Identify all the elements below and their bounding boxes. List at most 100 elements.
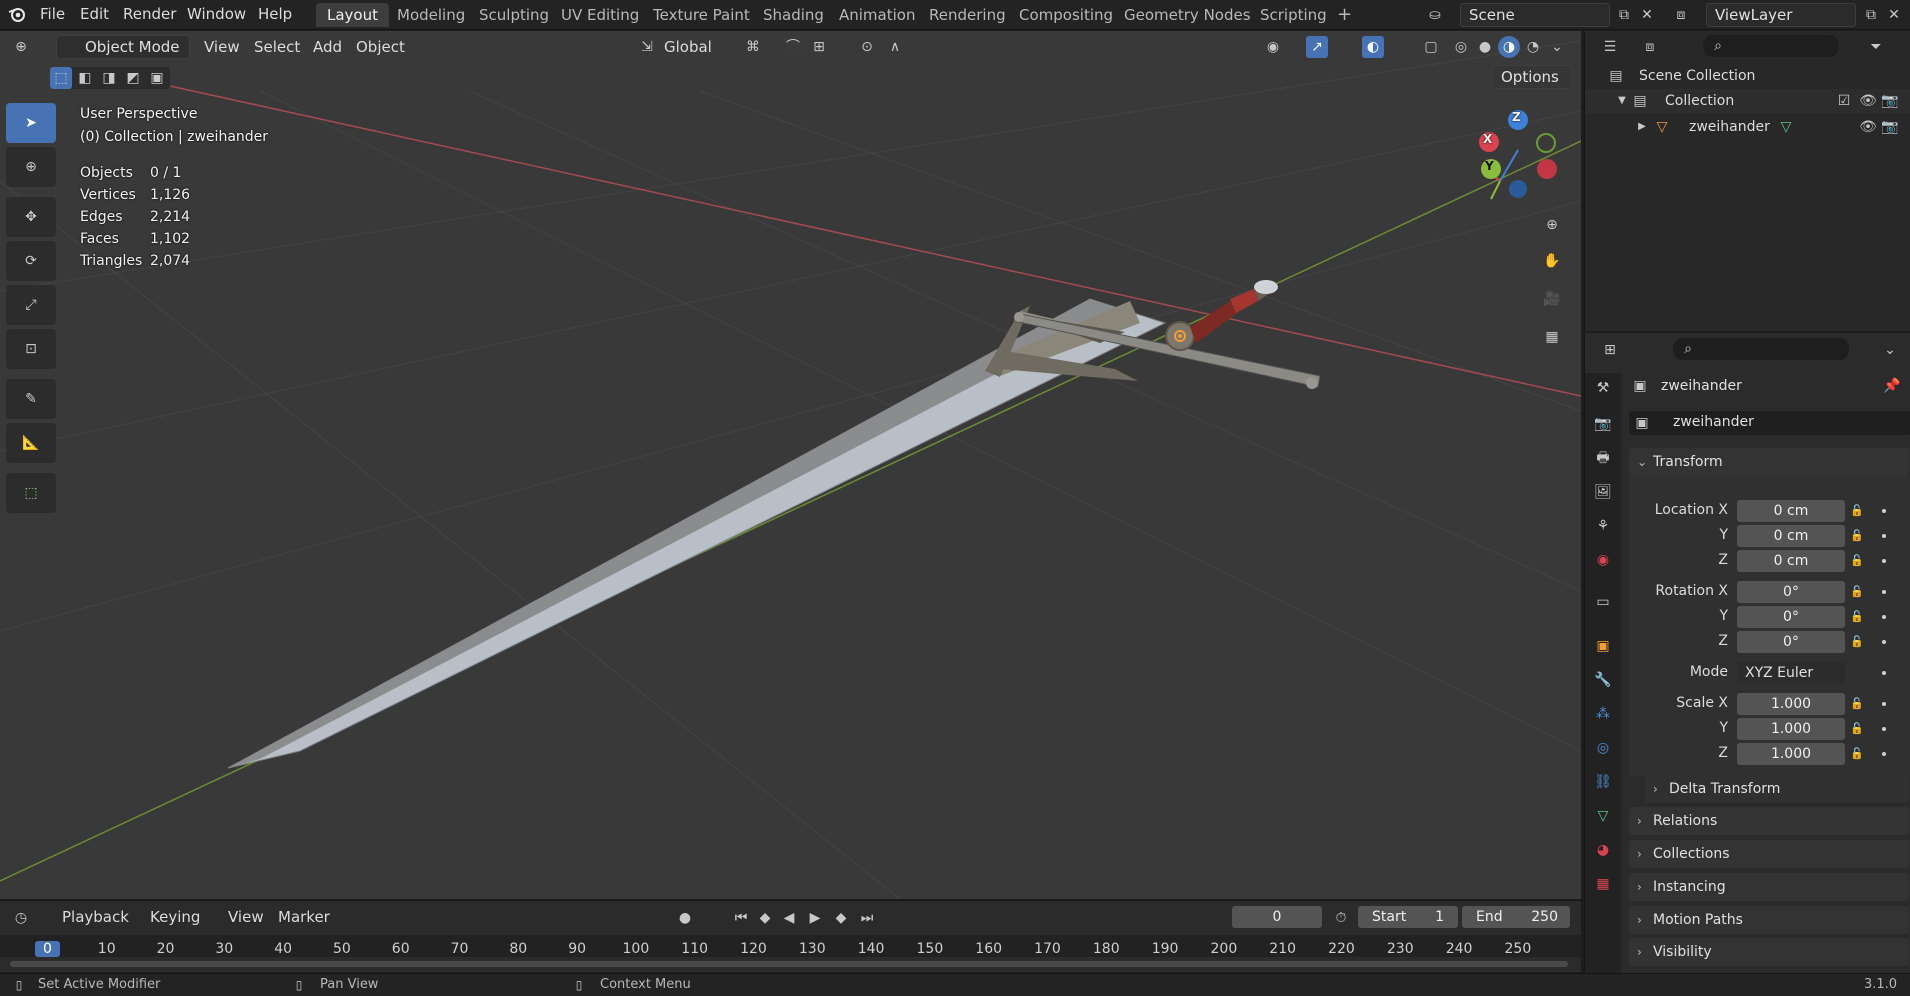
rotation-y-field[interactable]: 0° xyxy=(1737,606,1845,628)
delete-view-layer-icon[interactable]: ✕ xyxy=(1883,4,1905,26)
select-box-tool[interactable]: ➤ xyxy=(6,103,56,143)
lock-icon[interactable]: 🔓 xyxy=(1850,554,1864,568)
relations-header[interactable]: › Relations xyxy=(1629,807,1909,835)
keyframe-dot-icon[interactable] xyxy=(1882,590,1886,594)
menu-help[interactable]: Help xyxy=(258,5,292,23)
location-y-field[interactable]: 0 cm xyxy=(1737,525,1845,547)
collection-render-icon[interactable]: 📷 xyxy=(1879,90,1901,112)
lock-icon[interactable]: 🔓 xyxy=(1850,697,1864,711)
pivot-point-icon[interactable]: ⌘ xyxy=(742,36,764,58)
rotation-mode-dropdown[interactable]: XYZ Euler xyxy=(1737,662,1845,684)
properties-editor-icon[interactable]: ⊞ xyxy=(1599,339,1621,361)
scale-tool[interactable]: ⤢ xyxy=(6,285,56,325)
3d-viewport[interactable]: Z X Y ⊕ Object Mode View Select Add Obje… xyxy=(0,31,1581,899)
object-render-icon[interactable]: 📷 xyxy=(1879,116,1901,138)
menu-object[interactable]: Object xyxy=(356,38,405,56)
select-intersect-icon[interactable]: ▣ xyxy=(146,67,168,89)
blender-logo-icon[interactable] xyxy=(6,4,28,26)
object-datablock-field[interactable]: ▣ zweihander xyxy=(1629,411,1910,435)
view-layer-tab-icon[interactable]: 🖼 xyxy=(1591,481,1615,505)
tool-tab-icon[interactable]: ⚒ xyxy=(1591,377,1615,401)
motion-paths-header[interactable]: › Motion Paths xyxy=(1629,906,1909,934)
select-new-icon[interactable]: ⬚ xyxy=(50,67,72,89)
physics-tab-icon[interactable]: ◎ xyxy=(1591,737,1615,761)
snap-target-icon[interactable]: ⊞ xyxy=(808,36,830,58)
current-frame-field[interactable]: 0 xyxy=(1232,906,1322,928)
new-view-layer-icon[interactable]: ⧉ xyxy=(1860,4,1882,26)
select-subtract-icon[interactable]: ◨ xyxy=(98,67,120,89)
lock-icon[interactable]: 🔓 xyxy=(1850,585,1864,599)
outliner-search-input[interactable]: ⌕ xyxy=(1703,35,1839,57)
delete-scene-icon[interactable]: ✕ xyxy=(1636,4,1658,26)
scene-selector-icon[interactable]: ⛀ xyxy=(1424,4,1446,26)
transform-panel-header[interactable]: ⌄ Transform xyxy=(1629,448,1909,476)
view-layer-icon[interactable]: ⧈ xyxy=(1670,4,1692,26)
timeline-editor-icon[interactable]: ◷ xyxy=(10,907,32,929)
move-tool[interactable]: ✥ xyxy=(6,197,56,237)
cursor-tool[interactable]: ⊕ xyxy=(6,147,56,187)
ortho-toggle-button[interactable]: ▦ xyxy=(1536,321,1568,353)
transform-orientation-dropdown[interactable]: Global xyxy=(664,38,712,56)
play-reverse-icon[interactable]: ◀ xyxy=(778,907,800,929)
tab-rendering[interactable]: Rendering xyxy=(918,3,1017,27)
tab-texture-paint[interactable]: Texture Paint xyxy=(642,3,761,27)
tab-modeling[interactable]: Modeling xyxy=(386,3,476,27)
output-tab-icon[interactable]: 🖶 xyxy=(1591,447,1615,471)
transform-orientation-icon[interactable]: ⇲ xyxy=(636,36,658,58)
timeline-scrollbar[interactable] xyxy=(10,961,1568,967)
keyframe-dot-icon[interactable] xyxy=(1882,615,1886,619)
properties-options-icon[interactable]: ⌄ xyxy=(1879,339,1901,361)
menu-render[interactable]: Render xyxy=(123,5,176,23)
rotation-z-field[interactable]: 0° xyxy=(1737,631,1845,653)
object-mode-dropdown[interactable]: Object Mode xyxy=(56,35,190,59)
lock-icon[interactable]: 🔓 xyxy=(1850,722,1864,736)
tab-shading[interactable]: Shading xyxy=(752,3,835,27)
visibility-header[interactable]: › Visibility xyxy=(1629,938,1909,966)
filter-icon[interactable]: ⏷ xyxy=(1865,36,1887,58)
overlay-toggle-icon[interactable]: ◐ xyxy=(1362,36,1384,58)
options-dropdown[interactable]: Options xyxy=(1492,65,1572,89)
menu-keying[interactable]: Keying xyxy=(150,908,200,926)
collapse-arrow-icon[interactable]: ▶ xyxy=(1631,116,1653,138)
tab-sculpting[interactable]: Sculpting xyxy=(468,3,560,27)
keyframe-dot-icon[interactable] xyxy=(1882,671,1886,675)
tab-layout[interactable]: Layout xyxy=(316,3,389,27)
display-mode-icon[interactable]: ⧈ xyxy=(1639,36,1661,58)
start-frame-field[interactable]: Start 1 xyxy=(1358,906,1458,928)
keyframe-dot-icon[interactable] xyxy=(1882,702,1886,706)
material-preview-icon[interactable]: ◑ xyxy=(1498,36,1520,58)
render-tab-icon[interactable]: 📷 xyxy=(1591,413,1615,437)
menu-file[interactable]: File xyxy=(40,5,65,23)
lock-icon[interactable]: 🔓 xyxy=(1850,747,1864,761)
menu-window[interactable]: Window xyxy=(187,5,246,23)
solid-shading-icon[interactable]: ● xyxy=(1474,36,1496,58)
scale-x-field[interactable]: 1.000 xyxy=(1737,693,1845,715)
keyframe-dot-icon[interactable] xyxy=(1882,509,1886,513)
gizmo-toggle-icon[interactable]: ↗ xyxy=(1306,36,1328,58)
new-scene-icon[interactable]: ⧉ xyxy=(1613,4,1635,26)
lock-icon[interactable]: 🔓 xyxy=(1850,529,1864,543)
tab-scripting[interactable]: Scripting xyxy=(1249,3,1338,27)
particles-tab-icon[interactable]: ⁂ xyxy=(1591,703,1615,727)
prev-keyframe-icon[interactable]: ◆ xyxy=(754,907,776,929)
scale-z-field[interactable]: 1.000 xyxy=(1737,743,1845,765)
collections-header[interactable]: › Collections xyxy=(1629,840,1909,868)
shading-options-icon[interactable]: ⌄ xyxy=(1546,36,1568,58)
modifier-tab-icon[interactable]: 🔧 xyxy=(1591,669,1615,693)
collection-checkbox-icon[interactable]: ☑ xyxy=(1833,90,1855,112)
keyframe-dot-icon[interactable] xyxy=(1882,752,1886,756)
timer-icon[interactable]: ⏱ xyxy=(1330,907,1352,929)
editor-type-icon[interactable]: ⊕ xyxy=(10,36,32,58)
delta-transform-header[interactable]: › Delta Transform xyxy=(1645,775,1909,803)
texture-tab-icon[interactable]: ▦ xyxy=(1591,873,1615,897)
wireframe-shading-icon[interactable]: ◎ xyxy=(1450,36,1472,58)
scene-name-field[interactable]: Scene xyxy=(1460,3,1610,27)
menu-playback[interactable]: Playback xyxy=(62,908,129,926)
scale-y-field[interactable]: 1.000 xyxy=(1737,718,1845,740)
outliner-row-scene-collection[interactable]: ▤ Scene Collection xyxy=(1585,65,1910,87)
keyframe-dot-icon[interactable] xyxy=(1882,727,1886,731)
add-cube-tool[interactable]: ⬚ xyxy=(6,473,56,513)
proportional-edit-icon[interactable]: ⊙ xyxy=(856,36,878,58)
keyframe-dot-icon[interactable] xyxy=(1882,640,1886,644)
xray-toggle-icon[interactable]: ▢ xyxy=(1420,36,1442,58)
